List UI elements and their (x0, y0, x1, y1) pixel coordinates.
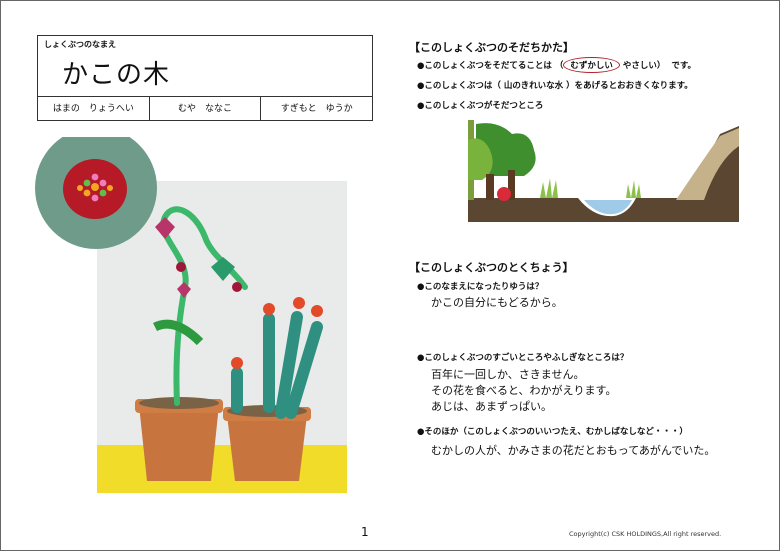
water-value: 山のきれいな水 (503, 81, 564, 91)
answer-other: むかしの人が、かみさまの花だとおもってあがんでいた。 (431, 444, 716, 457)
difficulty-suffix: です。 (671, 61, 696, 71)
features-heading: 【このしょくぶつのとくちょう】 (409, 261, 574, 274)
cactus-stem-2 (263, 313, 275, 413)
plant-name: かこの木 (62, 60, 171, 90)
habitat-illustration (468, 120, 739, 222)
question-name-reason: ●このなまえになったりゆうは？ (417, 282, 544, 292)
answer-amazing-line-3: あじは、あまずっぱい。 (431, 400, 552, 413)
name-box: しょくぶつのなまえ かこの木 はまの りょうへい むや ななこ すぎもと ゆうか (37, 35, 373, 121)
plant-photo-illustration (35, 137, 347, 493)
red-fruit (497, 187, 511, 201)
difficulty-prefix: ●このしょくぶつをそだてることは (417, 61, 552, 71)
difficulty-line: ●このしょくぶつをそだてることは （むずかしい やさしい） です。 (417, 57, 696, 73)
difficulty-selected: むずかしい (563, 57, 620, 73)
worksheet-page: しょくぶつのなまえ かこの木 はまの りょうへい むや ななこ すぎもと ゆうか (0, 0, 780, 551)
answer-amazing-line-2: その花を食べると、わかがえります。 (431, 384, 617, 397)
place-question: ●このしょくぶつがそだつところ (417, 101, 544, 111)
authors-row: はまの りょうへい むや ななこ すぎもと ゆうか (38, 96, 372, 121)
author-3: すぎもと ゆうか (280, 104, 353, 114)
question-other: ●そのほか（このしょくぶつのいいつたえ、むかしばなしなど・・・） (417, 427, 688, 437)
author-2: むや ななこ (150, 97, 262, 121)
answer-amazing: 百年に一回しか、さきません。 その花を食べると、わかがえります。 あじは、あまず… (431, 367, 616, 415)
difficulty-other: やさしい） (622, 61, 666, 71)
photo-table (97, 445, 347, 493)
plant-name-label: しょくぶつのなまえ (44, 40, 116, 49)
right-pot (227, 415, 307, 481)
left-pot (139, 405, 219, 481)
question-amazing: ●このしょくぶつのすごいところやふしぎなところは？ (417, 353, 629, 363)
water-suffix: ）をあげるとおおきくなります。 (566, 81, 693, 91)
page-number: 1 (361, 525, 369, 539)
answer-name-reason: かこの自分にもどるから。 (431, 296, 563, 309)
growing-heading: 【このしょくぶつのそだちかた】 (409, 41, 574, 54)
author-1: はまの りょうへい (38, 97, 150, 121)
answer-amazing-line-1: 百年に一回しか、さきません。 (431, 368, 585, 381)
water-line: ●このしょくぶつは（ 山のきれいな水 ）をあげるとおおきくなります。 (417, 79, 693, 91)
copyright: Copyright(c) CSK HOLDINGS,All right rese… (569, 530, 722, 538)
cactus-stem-1 (231, 367, 243, 413)
water-prefix: ●このしょくぶつは（ (417, 81, 501, 91)
